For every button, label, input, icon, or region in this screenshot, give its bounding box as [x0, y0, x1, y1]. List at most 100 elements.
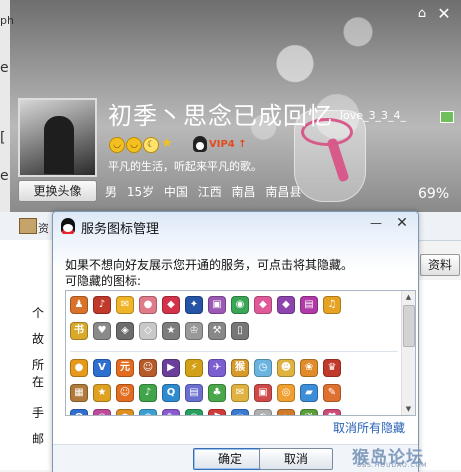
field-label: 个: [32, 306, 45, 320]
ok-button[interactable]: 确定: [193, 448, 267, 470]
game-icon[interactable]: ♟: [70, 296, 88, 314]
pen-icon[interactable]: ✎: [162, 409, 180, 415]
restore-all-link[interactable]: 取消所有隐藏: [333, 419, 405, 436]
heart2-icon[interactable]: ♥: [323, 409, 341, 415]
service-icon-dialog: 服务图标管理 — ✕ 如果不想向好友展示您开通的服务，可点击将其隐藏。 可隐藏的…: [52, 211, 419, 472]
vip-icon[interactable]: V: [93, 359, 111, 377]
gift-icon[interactable]: ❀: [300, 359, 318, 377]
smile-icon[interactable]: ◡: [126, 137, 142, 153]
scroll-thumb[interactable]: [403, 305, 415, 347]
contact-card-icon[interactable]: [19, 218, 37, 234]
diamond-icon[interactable]: ◆: [162, 296, 180, 314]
bubble-icon[interactable]: ◌: [231, 409, 249, 415]
bird-icon[interactable]: ✈: [208, 359, 226, 377]
signature[interactable]: 平凡的生活，听起来平凡的歌。: [108, 158, 262, 174]
star-icon[interactable]: ★: [160, 137, 174, 151]
dragon-icon[interactable]: ♛: [323, 359, 341, 377]
lightning-icon[interactable]: ⚡: [185, 359, 203, 377]
profile-info: 男 15岁 中国 江西 南昌 南昌县: [105, 185, 302, 199]
shop-icon[interactable]: ▣: [208, 296, 226, 314]
ring-icon[interactable]: ○: [93, 409, 111, 415]
account-name: love_3_3_4_: [340, 109, 407, 122]
pet-icon[interactable]: ●: [139, 296, 157, 314]
edge-char: ph: [0, 14, 14, 27]
hideable-icons-label: 可隐藏的图标:: [65, 274, 142, 288]
minimize-icon[interactable]: —: [367, 216, 385, 232]
left-window-edge: ph e [ e: [0, 0, 14, 212]
cat-icon[interactable]: ☻: [277, 359, 295, 377]
profile-data-button[interactable]: 资料: [420, 254, 460, 276]
eye-icon[interactable]: ◉: [185, 409, 203, 415]
orb-icon[interactable]: ●: [116, 409, 134, 415]
nba-icon[interactable]: ✦: [185, 296, 203, 314]
map-icon[interactable]: 猴: [231, 359, 249, 377]
field-label: 邮: [32, 432, 45, 446]
music2-icon[interactable]: ♪: [139, 384, 157, 402]
qq-penguin-icon: [61, 218, 75, 234]
clover-icon[interactable]: ♣: [208, 384, 226, 402]
icon-row: ▦ ★ ☺ ♪ Q ▤ ♣ ✉ ▣ ◎ ▰ ✎: [70, 384, 346, 402]
icon-list-scrollbar[interactable]: ▲ ▼: [401, 291, 415, 415]
card-icon[interactable]: ▤: [300, 296, 318, 314]
qq-penguin-icon[interactable]: [193, 136, 207, 152]
close-icon[interactable]: ✕: [393, 215, 411, 231]
chat-icon[interactable]: ◉: [231, 296, 249, 314]
field-label: 所在: [32, 358, 45, 389]
purple-diamond-icon[interactable]: ◆: [277, 296, 295, 314]
scroll-up-icon[interactable]: ▲: [402, 291, 415, 303]
book2-icon[interactable]: ▤: [185, 384, 203, 402]
dialog-description: 如果不想向好友展示您开通的服务，可点击将其隐藏。: [65, 258, 354, 272]
cup-icon[interactable]: ☕: [277, 409, 295, 415]
crown-icon[interactable]: ♔: [185, 322, 203, 340]
circle-icon[interactable]: ◎: [277, 384, 295, 402]
clock-icon[interactable]: ◷: [254, 359, 272, 377]
shield-icon[interactable]: ◈: [116, 322, 134, 340]
person-icon[interactable]: ☺: [139, 359, 157, 377]
icon-list-panel: ♟ ♪ ✉ ● ◆ ✦ ▣ ◉ ◆ ◆ ▤ ♫ 书 ♥ ◈ ◇ ★ ♔ ⚒ ▯ …: [65, 290, 416, 416]
cancel-button[interactable]: 取消: [259, 448, 333, 470]
yuan-icon[interactable]: 元: [116, 359, 134, 377]
globe-icon[interactable]: ◍: [139, 409, 157, 415]
star-icon[interactable]: ★: [162, 322, 180, 340]
flag-icon[interactable]: ⚑: [208, 409, 226, 415]
edge-char: [: [0, 130, 6, 146]
scroll-icon[interactable]: ▦: [70, 384, 88, 402]
smile-icon[interactable]: ◡: [109, 137, 125, 153]
tools-icon[interactable]: ⚒: [208, 322, 226, 340]
tag-icon[interactable]: [440, 111, 454, 123]
q2-icon[interactable]: Q: [70, 409, 88, 415]
window-close-icon[interactable]: ✕: [436, 6, 452, 22]
profile-card: ph e [ e ⌂ ✕ 更换头像 初季丶思念已成回忆 love_3_3_4_ …: [0, 0, 461, 212]
phone-icon[interactable]: ▯: [231, 322, 249, 340]
icon-row: Q ○ ● ◍ ✎ ◉ ⚑ ◌ ◐ ☕ ❦ ♥: [70, 409, 346, 415]
gem-icon[interactable]: ◇: [139, 322, 157, 340]
film-icon[interactable]: ▶: [162, 359, 180, 377]
music-icon[interactable]: ♪: [93, 296, 111, 314]
scroll-down-icon[interactable]: ▼: [402, 403, 415, 415]
background-tab-label[interactable]: 资: [38, 220, 49, 236]
image-icon[interactable]: ▣: [254, 384, 272, 402]
disc-icon[interactable]: ◐: [254, 409, 272, 415]
smile-icon[interactable]: ☺: [116, 384, 134, 402]
dialog-title: 服务图标管理: [81, 222, 160, 237]
pink-diamond-icon[interactable]: ◆: [254, 296, 272, 314]
vip-badge[interactable]: VIP4 ↑: [209, 139, 247, 150]
heart-icon[interactable]: ♥: [93, 322, 111, 340]
profile-completion: 69%: [418, 186, 450, 202]
q-icon[interactable]: Q: [162, 384, 180, 402]
mail-icon[interactable]: ✉: [116, 296, 134, 314]
watermark-url: BBS.HOUDAO.COM: [357, 462, 428, 469]
skin-icon[interactable]: ⌂: [414, 6, 430, 22]
moon-icon[interactable]: ☾: [143, 137, 159, 153]
mail2-icon[interactable]: ✉: [231, 384, 249, 402]
leaf-icon[interactable]: ❦: [300, 409, 318, 415]
star2-icon[interactable]: ★: [93, 384, 111, 402]
change-avatar-button[interactable]: 更换头像: [18, 180, 97, 202]
lock-icon[interactable]: ●: [70, 359, 88, 377]
paint-icon[interactable]: ✎: [323, 384, 341, 402]
background-right-panel: [414, 280, 461, 470]
folder-icon[interactable]: ▰: [300, 384, 318, 402]
book-icon[interactable]: 书: [70, 322, 88, 340]
avatar[interactable]: [18, 98, 97, 177]
bell-icon[interactable]: ♫: [323, 296, 341, 314]
